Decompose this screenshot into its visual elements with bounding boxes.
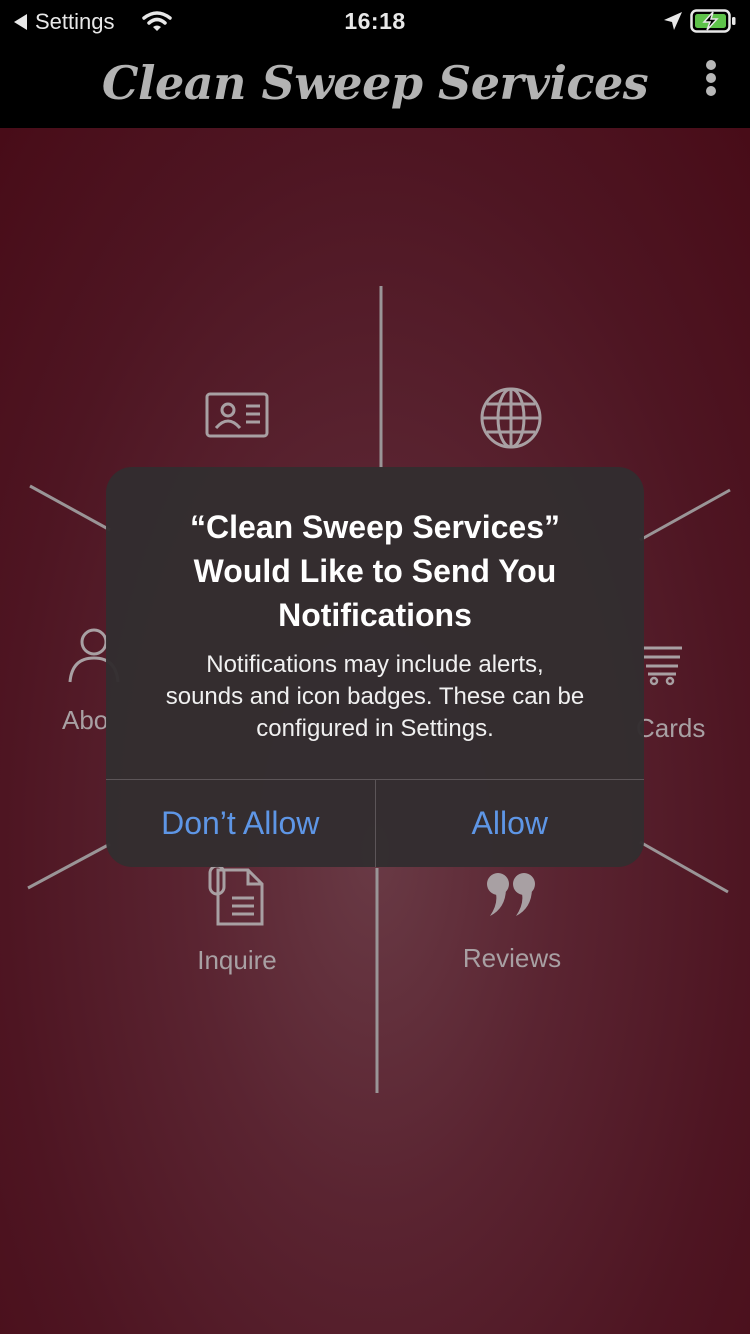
id-card-icon: [205, 392, 269, 438]
tile-inquire[interactable]: Inquire: [172, 862, 302, 976]
battery-charging-icon: [690, 9, 736, 33]
allow-button[interactable]: Allow: [374, 780, 645, 867]
notification-permission-alert: “Clean Sweep Services” Would Like to Sen…: [106, 467, 644, 867]
tile-cards-label: Cards: [636, 713, 706, 743]
status-bar: Settings 16:18: [0, 0, 750, 44]
alert-buttons: Don’t Allow Allow: [106, 779, 644, 867]
tile-reviews-label: Reviews: [462, 943, 562, 973]
alert-title: “Clean Sweep Services” Would Like to Sen…: [190, 509, 560, 633]
dont-allow-button[interactable]: Don’t Allow: [106, 780, 375, 867]
status-time: 16:18: [344, 8, 406, 34]
globe-icon: [480, 387, 542, 449]
tile-cards[interactable]: Cards: [636, 640, 726, 744]
location-arrow-icon: [664, 12, 682, 30]
tile-contact[interactable]: [192, 390, 282, 447]
app-title: Clean Sweep Services: [101, 56, 649, 110]
more-vertical-icon[interactable]: [700, 60, 722, 100]
tile-website[interactable]: [476, 386, 546, 457]
quote-icon: [487, 873, 535, 916]
document-clip-icon: [208, 864, 264, 926]
tile-inquire-label: Inquire: [197, 945, 277, 975]
tile-reviews[interactable]: Reviews: [447, 870, 577, 974]
alert-message: Notifications may include alerts, sounds…: [165, 651, 585, 742]
app-header: Clean Sweep Services: [0, 44, 750, 128]
